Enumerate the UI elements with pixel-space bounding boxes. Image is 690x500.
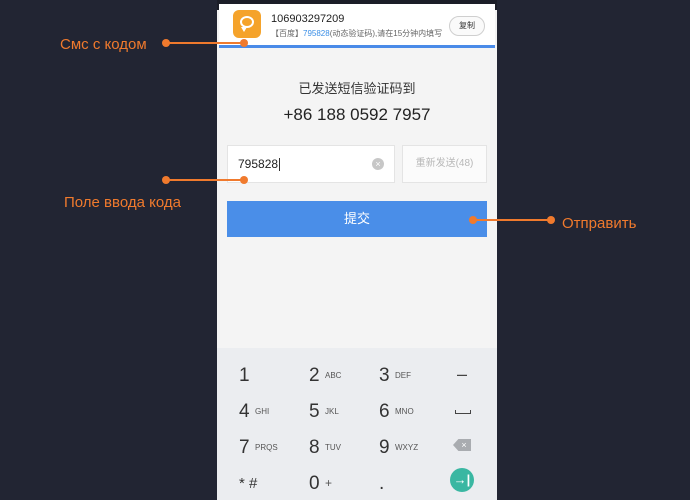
- key-3[interactable]: 3 DEF: [357, 356, 427, 392]
- annotation-code-field: Поле ввода кода: [64, 194, 181, 211]
- key-0[interactable]: 0 +: [287, 464, 357, 500]
- space-icon: [455, 410, 471, 414]
- key-star-hash[interactable]: * #: [217, 464, 287, 500]
- code-value: 795828: [238, 157, 279, 171]
- code-input[interactable]: 795828 ×: [227, 145, 395, 183]
- text-caret: [279, 158, 281, 172]
- key-backspace[interactable]: ×: [427, 428, 497, 464]
- phone-number: +86 188 0592 7957: [283, 105, 431, 124]
- annotation-line: [166, 179, 244, 181]
- notification-sender: 106903297209: [271, 13, 345, 25]
- annotation-dot: [240, 39, 248, 47]
- annotation-sms: Смс с кодом: [60, 36, 147, 53]
- annotation-line: [473, 219, 551, 221]
- key-minus[interactable]: –: [427, 356, 497, 392]
- key-1[interactable]: 1: [217, 356, 287, 392]
- key-space[interactable]: [427, 392, 497, 428]
- annotation-dot: [240, 176, 248, 184]
- notification-code: 795828: [303, 29, 330, 38]
- key-dot[interactable]: .: [357, 464, 427, 500]
- annotation-line: [166, 42, 244, 44]
- key-8[interactable]: 8 TUV: [287, 428, 357, 464]
- notification-body: 【百度】795828(动态验证码),请在15分钟内填写: [271, 29, 443, 38]
- annotation-dot: [547, 216, 555, 224]
- key-4[interactable]: 4 GHI: [217, 392, 287, 428]
- key-5[interactable]: 5 JKL: [287, 392, 357, 428]
- key-9[interactable]: 9 WXYZ: [357, 428, 427, 464]
- backspace-icon: ×: [453, 439, 471, 451]
- phone-screen: 106903297209 【百度】795828(动态验证码),请在15分钟内填写…: [217, 0, 497, 500]
- enter-icon: →|: [450, 468, 474, 492]
- numeric-keyboard: 1 2 ABC 3 DEF – 4 GHI 5 JKL 6 MNO 7 PRQS 8 TUV …: [217, 348, 497, 500]
- key-7[interactable]: 7 PRQS: [217, 428, 287, 464]
- copy-button[interactable]: 复制: [449, 16, 485, 36]
- message-app-icon: [233, 10, 261, 38]
- key-6[interactable]: 6 MNO: [357, 392, 427, 428]
- clear-icon[interactable]: ×: [372, 158, 384, 170]
- sms-notification[interactable]: 106903297209 【百度】795828(动态验证码),请在15分钟内填写…: [219, 4, 495, 48]
- sent-label: 已发送短信验证码到: [298, 81, 416, 96]
- annotation-submit: Отправить: [562, 215, 637, 232]
- key-enter[interactable]: →|: [427, 464, 497, 500]
- key-2[interactable]: 2 ABC: [287, 356, 357, 392]
- resend-button[interactable]: 重新发送(48): [402, 145, 487, 183]
- submit-button[interactable]: 提交: [227, 201, 487, 237]
